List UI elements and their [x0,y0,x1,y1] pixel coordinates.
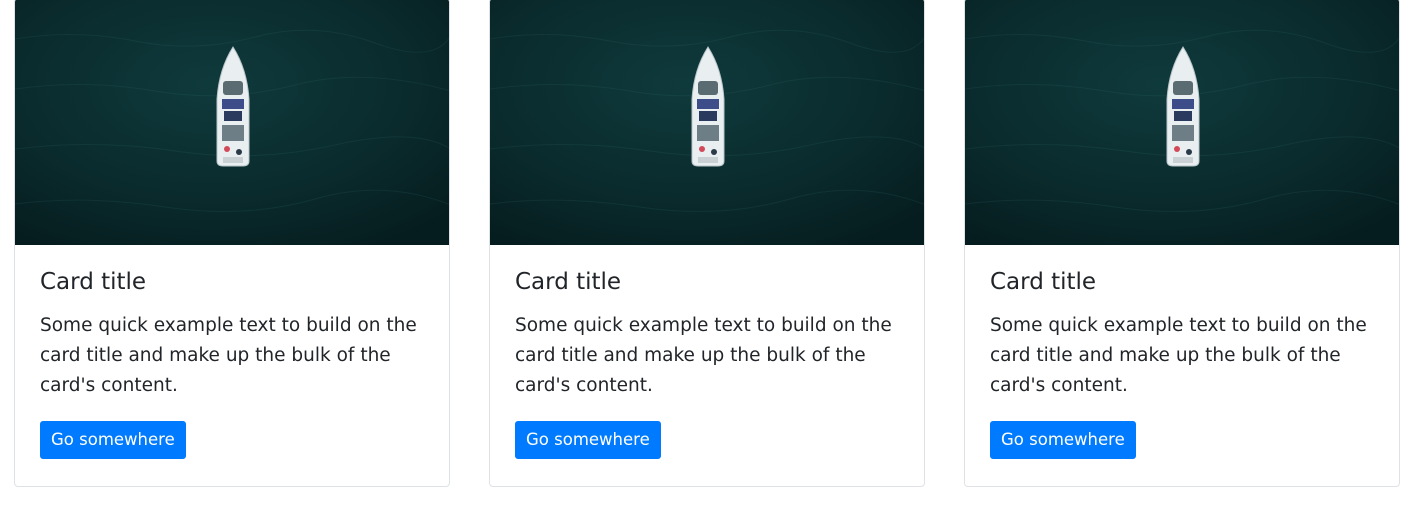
card-body: Card title Some quick example text to bu… [965,245,1399,459]
boat-image [965,0,1399,245]
go-somewhere-button[interactable]: Go somewhere [515,421,661,459]
boat-image [490,0,924,245]
card-3: Card title Some quick example text to bu… [964,0,1400,487]
card-text: Some quick example text to build on the … [40,315,417,396]
card-text: Some quick example text to build on the … [990,315,1367,396]
card-title: Card title [990,269,1097,295]
card-text: Some quick example text to build on the … [515,315,892,396]
card-title: Card title [515,269,622,295]
card-title: Card title [40,269,147,295]
card-2: Card title Some quick example text to bu… [489,0,925,487]
card-1: Card title Some quick example text to bu… [14,0,450,487]
go-somewhere-button[interactable]: Go somewhere [990,421,1136,459]
card-deck: Card title Some quick example text to bu… [0,0,1408,522]
boat-image [15,0,449,245]
card-body: Card title Some quick example text to bu… [490,245,924,459]
go-somewhere-button[interactable]: Go somewhere [40,421,186,459]
card-body: Card title Some quick example text to bu… [15,245,449,459]
